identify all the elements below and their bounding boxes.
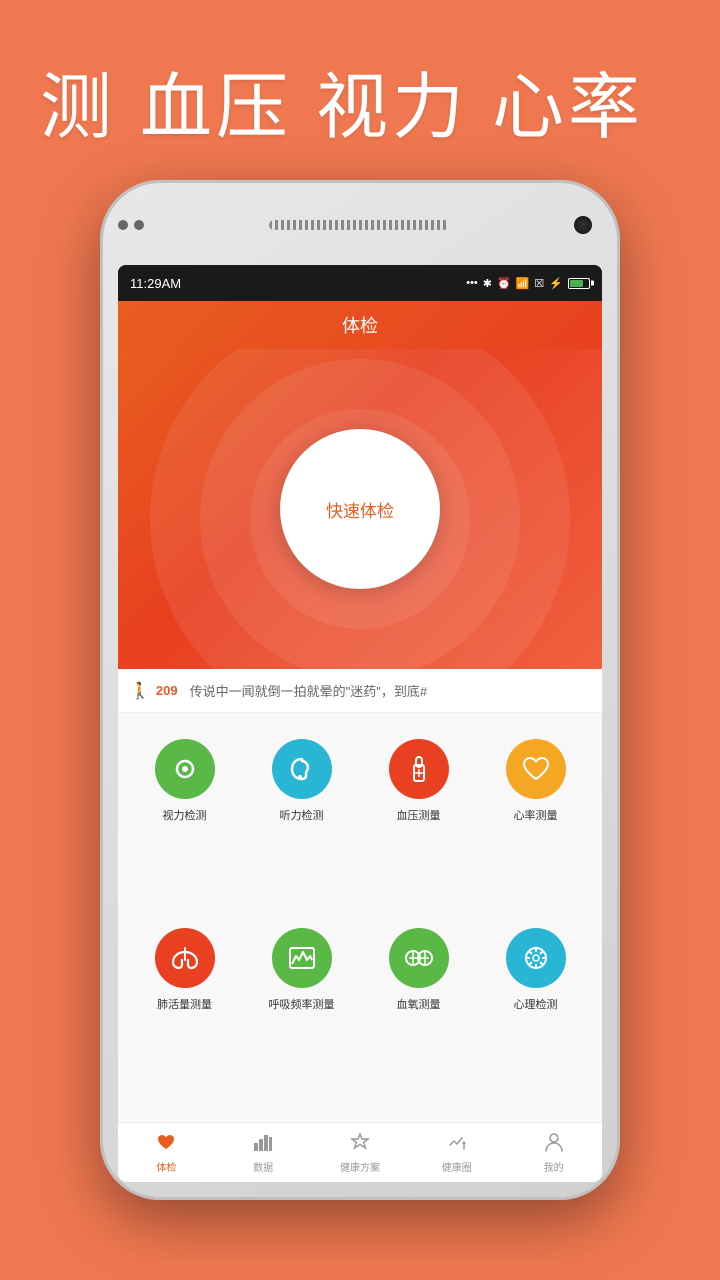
signal-icon: ☒: [534, 277, 544, 290]
heartrate-label: 心率测量: [514, 807, 558, 823]
health-circle-label: 健康圈: [442, 1159, 472, 1174]
feature-bloodoxygen[interactable]: 血氧测量: [360, 918, 477, 1107]
breathing-icon-circle: [272, 928, 332, 988]
health-circle-icon: [446, 1131, 468, 1157]
nav-exam[interactable]: 体检: [118, 1123, 215, 1182]
walk-icon: 🚶: [130, 681, 150, 701]
quick-exam-button[interactable]: 快速体检: [280, 429, 440, 589]
step-count: 209: [156, 683, 178, 698]
battery-fill: [570, 280, 583, 287]
nav-health-circle[interactable]: 健康圈: [408, 1123, 505, 1182]
lung-label: 肺活量测量: [157, 996, 212, 1012]
app-header: 体检: [118, 301, 602, 349]
mine-icon: [543, 1131, 565, 1157]
feature-vision[interactable]: 视力检测: [126, 729, 243, 918]
health-plan-icon: [349, 1131, 371, 1157]
bloodoxygen-label: 血氧测量: [397, 996, 441, 1012]
feature-psychology[interactable]: 心理检测: [477, 918, 594, 1107]
feature-lung[interactable]: 肺活量测量: [126, 918, 243, 1107]
phone-shell: 11:29AM ••• ✱ ⏰ 📶 ☒ ⚡ 体检: [100, 180, 620, 1200]
nav-health-plan[interactable]: 健康方案: [312, 1123, 409, 1182]
news-bar: 🚶 209 传说中一闻就倒一拍就晕的"迷药"，到底#: [118, 669, 602, 713]
dots-icon: •••: [466, 277, 478, 289]
hero-title: 测 血压 视力 心率: [40, 48, 680, 153]
quick-exam-label: 快速体检: [326, 497, 394, 522]
bloodpressure-icon-circle: [389, 739, 449, 799]
status-bar: 11:29AM ••• ✱ ⏰ 📶 ☒ ⚡: [118, 265, 602, 301]
bottom-nav: 体检 数据: [118, 1122, 602, 1182]
sensor-dot-1: [118, 220, 128, 230]
data-label: 数据: [253, 1159, 273, 1174]
vision-icon-circle: [155, 739, 215, 799]
bloodpressure-label: 血压测量: [397, 807, 441, 823]
hearing-icon-circle: [272, 739, 332, 799]
health-plan-label: 健康方案: [340, 1159, 380, 1174]
bluetooth-icon: ✱: [483, 277, 492, 290]
sensor-dot-2: [134, 220, 144, 230]
status-time: 11:29AM: [130, 276, 181, 291]
nav-mine[interactable]: 我的: [505, 1123, 602, 1182]
battery-icon: [568, 278, 590, 289]
mine-label: 我的: [544, 1159, 564, 1174]
feature-hearing[interactable]: 听力检测: [243, 729, 360, 918]
hearing-label: 听力检测: [280, 807, 324, 823]
vision-label: 视力检测: [163, 807, 207, 823]
phone-speaker: [269, 220, 449, 230]
nav-data[interactable]: 数据: [215, 1123, 312, 1182]
lightning-icon: ⚡: [549, 277, 563, 290]
psychology-icon-circle: [506, 928, 566, 988]
psychology-label: 心理检测: [514, 996, 558, 1012]
news-text: 传说中一闻就倒一拍就晕的"迷药"，到底#: [190, 681, 427, 700]
feature-breathing[interactable]: 呼吸频率测量: [243, 918, 360, 1107]
phone-mockup: 11:29AM ••• ✱ ⏰ 📶 ☒ ⚡ 体检: [100, 180, 620, 1240]
screen-content: 11:29AM ••• ✱ ⏰ 📶 ☒ ⚡ 体检: [118, 265, 602, 1182]
phone-camera: [574, 216, 592, 234]
heartrate-icon-circle: [506, 739, 566, 799]
bloodoxygen-icon-circle: [389, 928, 449, 988]
feature-heartrate[interactable]: 心率测量: [477, 729, 594, 918]
exam-label: 体检: [156, 1159, 176, 1174]
wifi-icon: 📶: [516, 277, 530, 290]
phone-top-bar: [118, 195, 602, 255]
status-icons: ••• ✱ ⏰ 📶 ☒ ⚡: [466, 277, 590, 290]
phone-screen: 11:29AM ••• ✱ ⏰ 📶 ☒ ⚡ 体检: [118, 265, 602, 1182]
phone-sensors: [118, 220, 144, 230]
lung-icon-circle: [155, 928, 215, 988]
exam-icon: [155, 1131, 177, 1157]
feature-bloodpressure[interactable]: 血压测量: [360, 729, 477, 918]
data-icon: [252, 1131, 274, 1157]
breathing-label: 呼吸频率测量: [269, 996, 335, 1012]
feature-grid: 视力检测 听力检测: [118, 713, 602, 1122]
alarm-icon: ⏰: [497, 277, 511, 290]
main-area: 快速体检: [118, 349, 602, 669]
app-title: 体检: [342, 312, 378, 338]
